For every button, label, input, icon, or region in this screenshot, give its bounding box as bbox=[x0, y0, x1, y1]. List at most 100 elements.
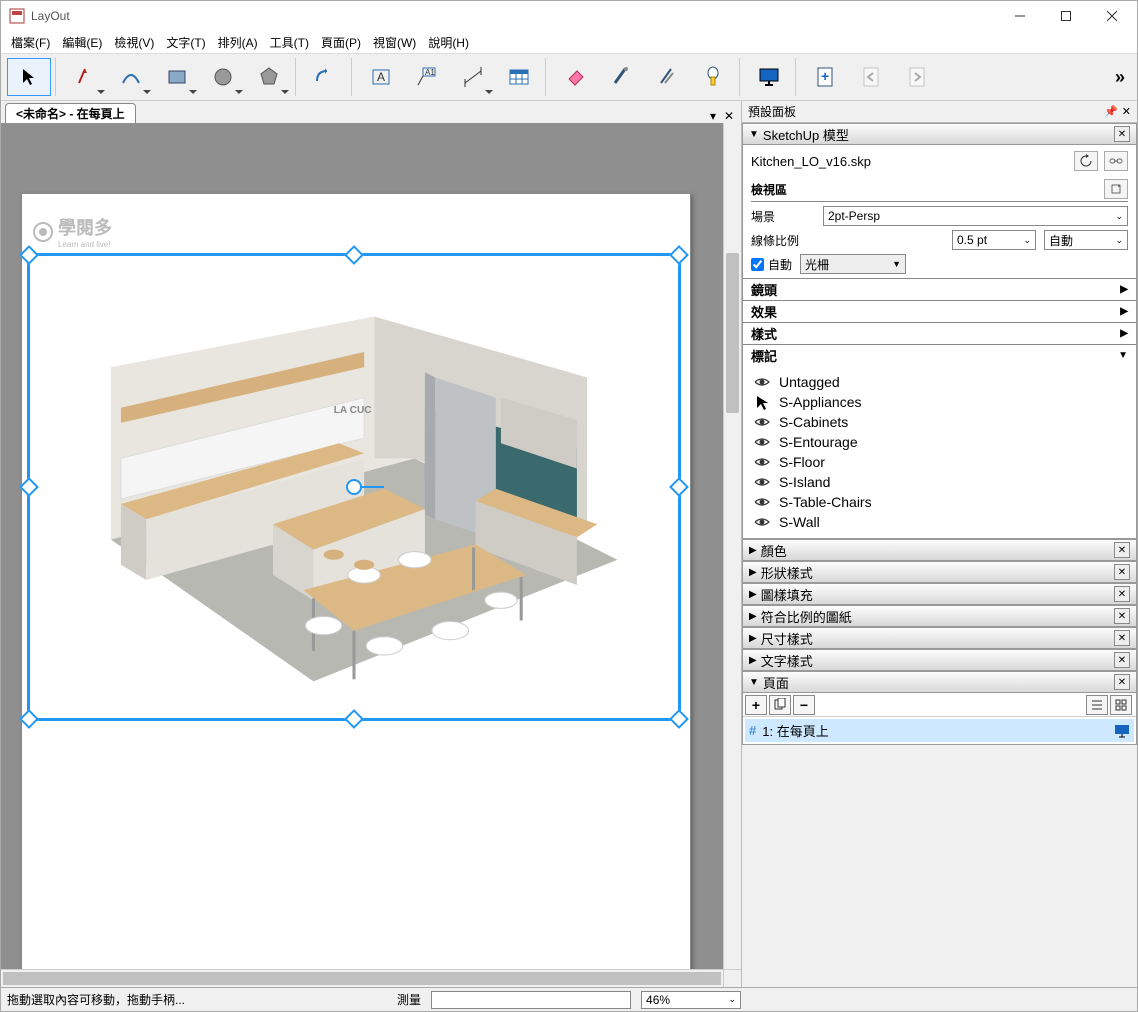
table-tool[interactable] bbox=[497, 58, 541, 96]
visibility-eye-icon[interactable] bbox=[753, 394, 771, 410]
minimize-button[interactable] bbox=[997, 1, 1043, 31]
style-tool[interactable] bbox=[599, 58, 643, 96]
canvas-viewport[interactable]: 學閱多Learn and live! bbox=[1, 123, 723, 969]
visibility-eye-icon[interactable] bbox=[753, 376, 771, 388]
next-page-tool[interactable] bbox=[895, 58, 939, 96]
select-tool[interactable] bbox=[7, 58, 51, 96]
visibility-eye-icon[interactable] bbox=[753, 416, 771, 428]
section-close-icon[interactable]: ✕ bbox=[1114, 542, 1130, 558]
section-close-icon[interactable]: ✕ bbox=[1114, 564, 1130, 580]
maximize-button[interactable] bbox=[1043, 1, 1089, 31]
section-pages[interactable]: 頁面 ✕ bbox=[742, 671, 1137, 693]
visibility-eye-icon[interactable] bbox=[753, 516, 771, 528]
close-button[interactable] bbox=[1089, 1, 1135, 31]
menu-file[interactable]: 檔案(F) bbox=[5, 32, 56, 53]
section-sketchup-model[interactable]: SketchUp 模型 ✕ bbox=[742, 123, 1137, 145]
present-icon[interactable] bbox=[1114, 724, 1130, 738]
line-tool[interactable] bbox=[63, 58, 107, 96]
scene-label: 場景 bbox=[751, 208, 815, 225]
present-tool[interactable] bbox=[747, 58, 791, 96]
tag-item[interactable]: S-Floor bbox=[749, 452, 1130, 472]
section-close-icon[interactable]: ✕ bbox=[1114, 674, 1130, 690]
add-page-tool[interactable]: + bbox=[803, 58, 847, 96]
offset-tool[interactable] bbox=[303, 58, 347, 96]
panel-title-bar[interactable]: 預設面板 📌 ✕ bbox=[742, 101, 1137, 123]
menu-text[interactable]: 文字(T) bbox=[160, 32, 211, 53]
split-tool[interactable] bbox=[645, 58, 689, 96]
section-close-icon[interactable]: ✕ bbox=[1114, 586, 1130, 602]
view-settings-button[interactable] bbox=[1104, 179, 1128, 199]
circle-tool[interactable] bbox=[201, 58, 245, 96]
collapsed-section[interactable]: 文字樣式✕ bbox=[742, 649, 1137, 671]
eraser-tool[interactable] bbox=[553, 58, 597, 96]
svg-text:LA CUC: LA CUC bbox=[334, 405, 373, 416]
section-effects[interactable]: 效果 bbox=[743, 300, 1136, 322]
tag-item[interactable]: S-Entourage bbox=[749, 432, 1130, 452]
menu-edit[interactable]: 編輯(E) bbox=[56, 32, 108, 53]
label-tool[interactable]: A1 bbox=[405, 58, 449, 96]
list-view-button[interactable] bbox=[1086, 695, 1108, 715]
tab-dropdown[interactable]: ▾ bbox=[705, 109, 721, 123]
menu-help[interactable]: 說明(H) bbox=[422, 32, 475, 53]
line-scale-mode-select[interactable]: 自動⌄ bbox=[1044, 230, 1128, 250]
scene-select[interactable]: 2pt-Persp⌄ bbox=[823, 206, 1128, 226]
collapsed-section[interactable]: 尺寸樣式✕ bbox=[742, 627, 1137, 649]
grid-view-button[interactable] bbox=[1110, 695, 1132, 715]
join-tool[interactable] bbox=[691, 58, 735, 96]
menu-tools[interactable]: 工具(T) bbox=[264, 32, 315, 53]
remove-page-button[interactable]: − bbox=[793, 695, 815, 715]
visibility-eye-icon[interactable] bbox=[753, 496, 771, 508]
section-close-icon[interactable]: ✕ bbox=[1114, 630, 1130, 646]
visibility-eye-icon[interactable] bbox=[753, 456, 771, 468]
menu-view[interactable]: 檢視(V) bbox=[108, 32, 160, 53]
rotate-handle[interactable] bbox=[346, 479, 362, 495]
menu-window[interactable]: 視窗(W) bbox=[367, 32, 422, 53]
auto-checkbox[interactable]: 自動 bbox=[751, 256, 792, 273]
tag-item[interactable]: S-Table-Chairs bbox=[749, 492, 1130, 512]
measure-input[interactable] bbox=[431, 991, 631, 1009]
collapsed-section[interactable]: 顏色✕ bbox=[742, 539, 1137, 561]
section-styles[interactable]: 樣式 bbox=[743, 322, 1136, 344]
page-list-item[interactable]: # 1: 在每頁上 bbox=[745, 719, 1134, 742]
section-close-icon[interactable]: ✕ bbox=[1114, 652, 1130, 668]
link-button[interactable] bbox=[1104, 151, 1128, 171]
panel-close-icon[interactable]: ✕ bbox=[1122, 105, 1131, 118]
document-tab[interactable]: <未命名> - 在每頁上 bbox=[5, 103, 136, 123]
tag-item[interactable]: S-Wall bbox=[749, 512, 1130, 532]
tag-item[interactable]: Untagged bbox=[749, 372, 1130, 392]
horizontal-scrollbar[interactable] bbox=[1, 970, 723, 987]
selection-bounds[interactable]: LA CUC bbox=[27, 253, 681, 721]
collapsed-section[interactable]: 符合比例的圖紙✕ bbox=[742, 605, 1137, 627]
section-close-icon[interactable]: ✕ bbox=[1114, 608, 1130, 624]
prev-page-tool[interactable] bbox=[849, 58, 893, 96]
vertical-scrollbar[interactable] bbox=[723, 123, 741, 969]
visibility-eye-icon[interactable] bbox=[753, 436, 771, 448]
toolbar-overflow[interactable]: » bbox=[1109, 67, 1131, 88]
collapsed-section[interactable]: 形狀樣式✕ bbox=[742, 561, 1137, 583]
zoom-select[interactable]: 46%⌄ bbox=[641, 991, 741, 1009]
pin-icon[interactable]: 📌 bbox=[1104, 105, 1118, 118]
tag-item[interactable]: S-Appliances bbox=[749, 392, 1130, 412]
render-mode-select[interactable]: 光柵▼ bbox=[800, 254, 906, 274]
tag-item[interactable]: S-Island bbox=[749, 472, 1130, 492]
menu-arrange[interactable]: 排列(A) bbox=[212, 32, 264, 53]
menu-page[interactable]: 頁面(P) bbox=[315, 32, 367, 53]
section-close-icon[interactable]: ✕ bbox=[1114, 126, 1130, 142]
section-tags[interactable]: 標記 bbox=[743, 344, 1136, 366]
add-page-button[interactable]: + bbox=[745, 695, 767, 715]
reload-button[interactable] bbox=[1074, 151, 1098, 171]
visibility-eye-icon[interactable] bbox=[753, 476, 771, 488]
tab-close[interactable]: ✕ bbox=[721, 109, 737, 123]
collapsed-section[interactable]: 圖樣填充✕ bbox=[742, 583, 1137, 605]
status-message: 拖動選取內容可移動，拖動手柄... bbox=[7, 991, 387, 1008]
text-tool[interactable]: A bbox=[359, 58, 403, 96]
section-camera[interactable]: 鏡頭 bbox=[743, 278, 1136, 300]
line-scale-value-select[interactable]: 0.5 pt⌄ bbox=[952, 230, 1036, 250]
polygon-tool[interactable] bbox=[247, 58, 291, 96]
dimension-tool[interactable] bbox=[451, 58, 495, 96]
page-hash-icon: # bbox=[749, 723, 756, 738]
duplicate-page-button[interactable] bbox=[769, 695, 791, 715]
tag-item[interactable]: S-Cabinets bbox=[749, 412, 1130, 432]
arc-tool[interactable] bbox=[109, 58, 153, 96]
rectangle-tool[interactable] bbox=[155, 58, 199, 96]
